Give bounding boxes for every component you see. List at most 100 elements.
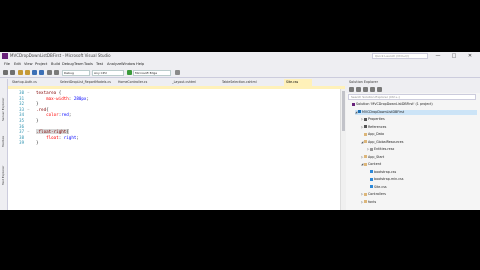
folder-icon <box>364 155 367 158</box>
tab-tableselection-cshtml[interactable]: TableSelection.cshtml <box>220 79 282 86</box>
browser-select[interactable]: Microsoft Edge <box>133 70 171 76</box>
toolbox-tab[interactable]: Toolbox <box>0 125 7 147</box>
sync-icon[interactable] <box>356 87 361 92</box>
code-token: .float-right <box>36 129 67 135</box>
code-token: { <box>46 106 49 112</box>
maximize-button[interactable]: □ <box>448 52 460 60</box>
tree-node-label: bootstrap.css <box>374 169 397 174</box>
solution-icon <box>352 102 355 106</box>
tab--layout-cshtml[interactable]: _Layout.cshtml <box>170 79 218 86</box>
line-number: 34 <box>19 112 24 118</box>
tree-node[interactable]: ▷ References <box>361 125 386 130</box>
quick-launch-input[interactable]: Quick Launch (Ctrl+Q) <box>372 53 428 59</box>
server-explorer-tab[interactable]: Server Explorer <box>0 81 7 121</box>
undo-icon[interactable] <box>47 70 52 75</box>
code-line: .float-right{ <box>36 129 69 135</box>
home-icon[interactable] <box>349 87 354 92</box>
solution-configuration-select[interactable]: Debug <box>62 70 90 76</box>
menu-item-project[interactable]: Project <box>35 61 47 68</box>
save-icon[interactable] <box>32 70 37 75</box>
line-number: 39 <box>19 140 24 146</box>
tab-label: TableSelection.cshtml <box>222 80 257 84</box>
tree-node[interactable]: bootstrap.min.css <box>367 177 403 182</box>
menu-item-debug[interactable]: Debug <box>62 61 74 68</box>
show-all-files-icon[interactable] <box>370 87 375 92</box>
menu-item-file[interactable]: File <box>4 61 10 68</box>
menu-item-tools[interactable]: Tools <box>84 61 93 68</box>
tree-node[interactable]: ▷ Controllers <box>361 192 386 197</box>
tree-node[interactable]: ◢ Content <box>361 162 381 167</box>
references-icon <box>364 125 367 128</box>
scrollbar-thumb[interactable] <box>342 91 345 131</box>
solution-platform-select[interactable]: Any CPU <box>92 70 124 76</box>
menu-item-help[interactable]: Help <box>136 61 144 68</box>
save-all-icon[interactable] <box>39 70 44 75</box>
tab-selectdroplist-reportmodels-cs[interactable]: SelectDropList_ReportModels.cs <box>58 79 114 86</box>
tree-node[interactable]: ▷ fonts <box>361 200 376 205</box>
tree-node-label: Entities.resx <box>374 147 395 151</box>
folder-icon <box>364 192 367 196</box>
redo-icon[interactable] <box>54 70 59 75</box>
toolbar: Debug Any CPU Microsoft Edge <box>0 69 480 78</box>
code-token: max-width <box>36 95 69 101</box>
back-icon[interactable] <box>3 70 8 75</box>
solution-explorer-title: Solution Explorer <box>346 79 480 86</box>
line-number: 32 <box>19 101 24 107</box>
refresh-icon[interactable] <box>175 70 180 75</box>
solution-explorer-search-input[interactable]: Search Solution Explorer (Ctrl+;) <box>348 94 476 100</box>
tree-node[interactable]: bootstrap.css <box>367 170 396 175</box>
tab-startup-auth-cs[interactable]: Startup.Auth.cs <box>10 79 56 86</box>
tab-site-css[interactable]: Site.css <box>284 79 312 86</box>
css-file-icon <box>370 177 373 181</box>
code-line: textarea { <box>36 90 61 95</box>
code-token: { <box>66 129 69 135</box>
menu-item-build[interactable]: Build <box>51 61 60 68</box>
code-line: .red{ <box>36 107 49 112</box>
side-tool-strip: Server Explorer Toolbox Test Explorer <box>0 79 8 210</box>
menu-item-team[interactable]: Team <box>74 61 84 68</box>
menu-item-view[interactable]: View <box>24 61 33 68</box>
tree-node[interactable]: ◢ MVCDropDownListDBFirst <box>355 109 477 115</box>
tree-node[interactable]: ▷ App_Start <box>361 155 384 160</box>
fold-toggle-icon[interactable]: − <box>27 129 31 133</box>
collapse-all-icon[interactable] <box>363 87 368 92</box>
tree-node[interactable]: Site.css <box>367 185 387 190</box>
tree-node-label: Site.css <box>374 184 387 189</box>
forward-icon[interactable] <box>10 70 15 75</box>
document-tabs: Startup.Auth.cs SelectDropList_ReportMode… <box>8 79 345 86</box>
code-token: red <box>61 112 69 118</box>
start-play-icon[interactable] <box>127 70 132 75</box>
tree-node[interactable]: ▷ Properties <box>361 117 385 122</box>
code-token: textarea <box>36 90 57 95</box>
code-editor[interactable]: 30− textarea {31 max-width: 280px; 32} 33−.… <box>8 89 345 210</box>
menu-bar: File Edit View Project Build Debug Team Tools Te… <box>0 61 480 68</box>
solution-explorer-toolbar <box>346 86 480 93</box>
new-project-icon[interactable] <box>18 70 23 75</box>
tree-node[interactable]: ◢ App_GlobalResources <box>361 140 403 145</box>
tree-node[interactable]: Solution 'MVCDropDownListDBFirst' (1 pro… <box>349 102 433 107</box>
code-token: 280px <box>73 95 87 101</box>
menu-item-edit[interactable]: Edit <box>14 61 21 68</box>
tree-node-label: bootstrap.min.css <box>374 177 404 181</box>
open-file-icon[interactable] <box>25 70 30 75</box>
solution-explorer-panel: Solution Explorer Search Solution Explor… <box>346 79 480 210</box>
fold-toggle-icon[interactable]: − <box>27 90 31 94</box>
test-explorer-tab[interactable]: Test Explorer <box>0 151 7 185</box>
line-number: 37 <box>19 129 24 135</box>
code-line: } <box>36 101 39 106</box>
menu-item-analyze[interactable]: Analyze <box>107 61 121 68</box>
properties-icon[interactable] <box>377 87 382 92</box>
line-number: 38 <box>19 134 24 140</box>
tree-node[interactable]: ▷ Entities.resx <box>367 147 394 152</box>
close-button[interactable]: ✕ <box>464 52 476 60</box>
tree-node[interactable]: App_Data <box>361 132 384 137</box>
minimize-button[interactable]: — <box>432 52 444 60</box>
tab-homecontroller-cs[interactable]: HomeController.cs <box>116 79 168 86</box>
tree-node-label: fonts <box>368 199 377 204</box>
code-token: } <box>36 101 39 107</box>
code-token: color <box>36 112 59 118</box>
quick-launch-placeholder: Quick Launch (Ctrl+Q) <box>375 54 409 58</box>
menu-item-window[interactable]: Window <box>121 61 135 68</box>
menu-item-test[interactable]: Test <box>96 61 103 68</box>
fold-toggle-icon[interactable]: − <box>27 107 31 111</box>
